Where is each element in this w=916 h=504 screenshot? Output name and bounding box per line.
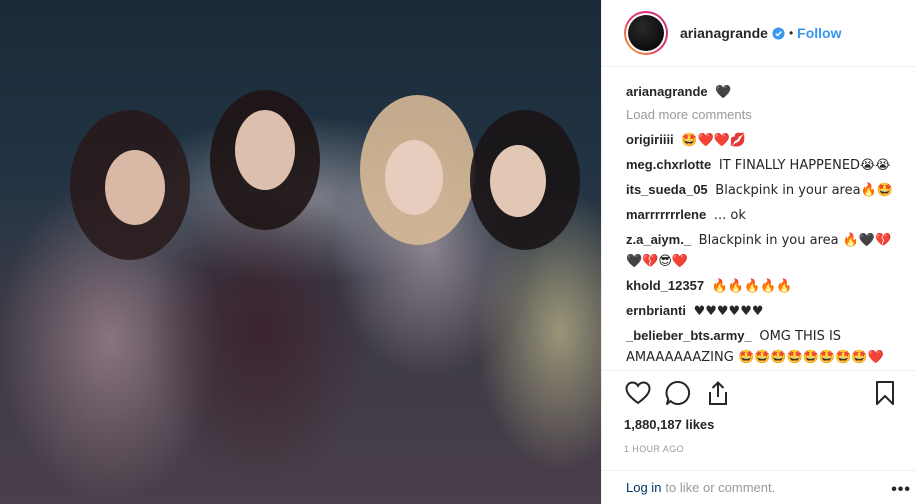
photo-face-3: [385, 140, 443, 215]
likes-count[interactable]: 1,880,187 likes: [624, 417, 916, 432]
comment-text: IT FINALLY HAPPENED😭😭: [718, 158, 891, 173]
comments-list[interactable]: arianagrande 🖤 Load more comments origir…: [602, 68, 916, 368]
post-timestamp[interactable]: 1 HOUR AGO: [624, 444, 916, 454]
comment-item: z.a_aiym._ Blackpink in you area 🔥🖤💔🖤💔😎❤…: [626, 230, 897, 272]
share-icon: [709, 381, 727, 405]
comment-text: ♥♥♥♥♥♥: [693, 304, 764, 319]
caption-username[interactable]: arianagrande: [626, 84, 708, 99]
comment-username[interactable]: origiriiii: [626, 132, 674, 147]
caption-text: 🖤: [715, 85, 732, 100]
comment-username[interactable]: khold_12357: [626, 278, 704, 293]
load-more-comments-button[interactable]: Load more comments: [626, 107, 897, 122]
avatar[interactable]: [624, 11, 668, 55]
comment-text: 🤩❤️❤️💋: [681, 133, 747, 148]
comment-text: 🔥🔥🔥🔥🔥: [711, 279, 793, 294]
header-username[interactable]: arianagrande: [680, 25, 768, 41]
separator-dot: •: [788, 26, 794, 40]
login-link[interactable]: Log in: [626, 480, 661, 495]
follow-button[interactable]: Follow: [797, 25, 841, 41]
post-actions: 1,880,187 likes 1 HOUR AGO: [602, 370, 916, 470]
comment-item: ernbrianti ♥♥♥♥♥♥: [626, 301, 897, 322]
comment-item: marrrrrrrlene ... ok: [626, 205, 897, 226]
post-side-panel: arianagrande • Follow arianagrande 🖤 Loa…: [601, 0, 916, 504]
likes-number: 1,880,187: [624, 417, 682, 432]
post-photo[interactable]: [0, 0, 601, 504]
photo-face-4: [490, 145, 546, 217]
login-prompt-text: to like or comment.: [665, 480, 776, 495]
comment-item: meg.chxrlotte IT FINALLY HAPPENED😭😭: [626, 155, 897, 176]
action-icons-row: [624, 371, 916, 415]
comment-text: ... ok: [713, 208, 746, 223]
comment-item: _belieber_bts.army_ OMG THIS IS AMAAAAAA…: [626, 326, 897, 368]
photo-face-1: [105, 150, 165, 225]
bookmark-icon: [876, 381, 894, 405]
comment-button[interactable]: [664, 379, 692, 407]
comment-username[interactable]: marrrrrrrlene: [626, 207, 706, 222]
comment-username[interactable]: its_sueda_05: [626, 182, 708, 197]
more-options-icon[interactable]: •••: [891, 481, 911, 499]
comment-item: khold_12357 🔥🔥🔥🔥🔥: [626, 276, 897, 297]
comment-text: Blackpink in your area🔥🤩: [715, 183, 893, 198]
comment-username[interactable]: ernbrianti: [626, 303, 686, 318]
likes-label: likes: [685, 417, 715, 432]
heart-icon: [625, 381, 651, 405]
comment-username[interactable]: z.a_aiym._: [626, 232, 691, 247]
comment-item: its_sueda_05 Blackpink in your area🔥🤩: [626, 180, 897, 201]
comment-icon: [665, 380, 690, 405]
save-button[interactable]: [871, 379, 899, 407]
login-footer: Log in to like or comment. •••: [602, 470, 916, 504]
like-button[interactable]: [624, 379, 652, 407]
post-header: arianagrande • Follow: [602, 0, 916, 67]
photo-face-2: [235, 110, 295, 190]
comment-item: origiriiii 🤩❤️❤️💋: [626, 130, 897, 151]
verified-badge-icon: [772, 26, 785, 40]
comment-username[interactable]: meg.chxrlotte: [626, 157, 711, 172]
share-button[interactable]: [704, 379, 732, 407]
comment-username[interactable]: _belieber_bts.army_: [626, 328, 752, 343]
caption: arianagrande 🖤: [626, 82, 897, 103]
